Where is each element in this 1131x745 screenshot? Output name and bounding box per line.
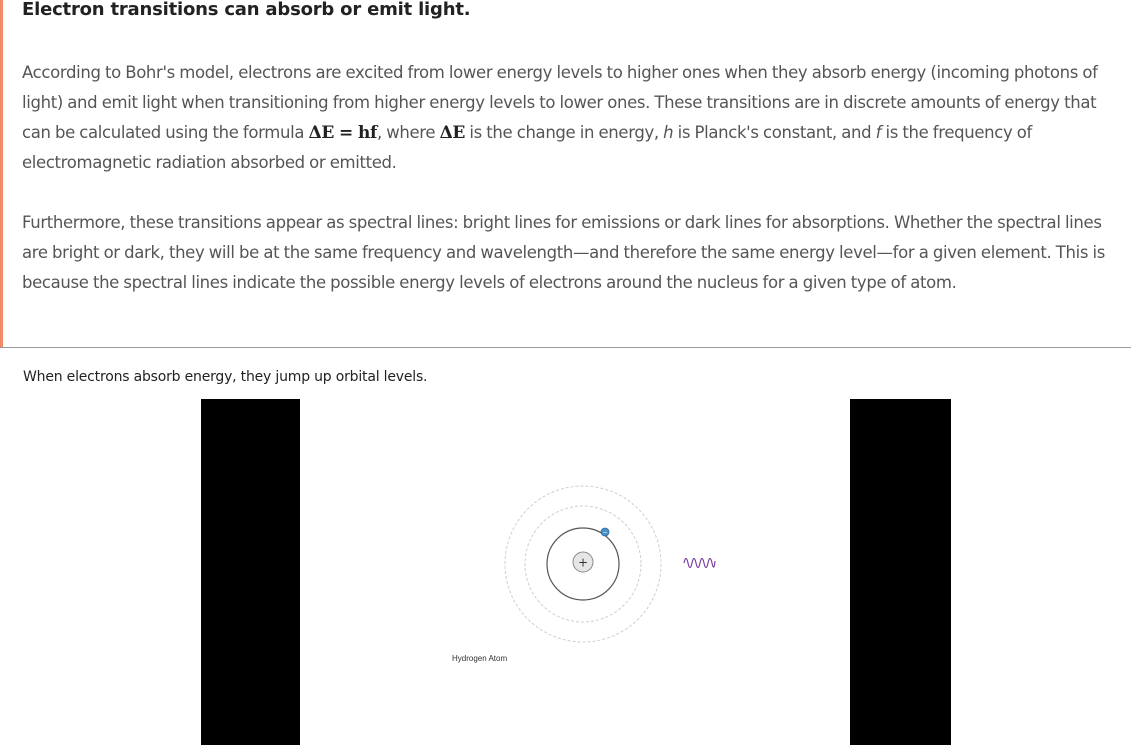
accent-bar (0, 0, 3, 347)
section-heading: Electron transitions can absorb or emit … (22, 0, 471, 20)
video-frame[interactable]: + − Hydrogen Atom (300, 399, 850, 745)
video-caption: When electrons absorb energy, they jump … (23, 369, 428, 385)
hydrogen-atom-diagram: + − (504, 485, 716, 643)
formula: ΔE = hf (308, 123, 378, 143)
content-section: Electron transitions can absorb or emit … (0, 0, 1131, 348)
nucleus-plus-sign: + (578, 556, 588, 570)
paragraph-bohr-model: According to Bohr's model, electrons are… (22, 58, 1122, 178)
electron-minus-sign: − (602, 529, 607, 536)
paragraph-text: is Planck's constant, and (673, 123, 876, 142)
paragraph-text: , where (376, 123, 440, 142)
paragraph-text: is the change in energy, (465, 123, 664, 142)
h-symbol: h (663, 123, 674, 142)
delta-e-symbol: ΔE (439, 123, 466, 143)
atom-label: Hydrogen Atom (452, 654, 508, 663)
photon-wave (683, 557, 716, 569)
paragraph-spectral-lines: Furthermore, these transitions appear as… (22, 213, 1106, 292)
video-player[interactable]: + − Hydrogen Atom (201, 399, 951, 745)
